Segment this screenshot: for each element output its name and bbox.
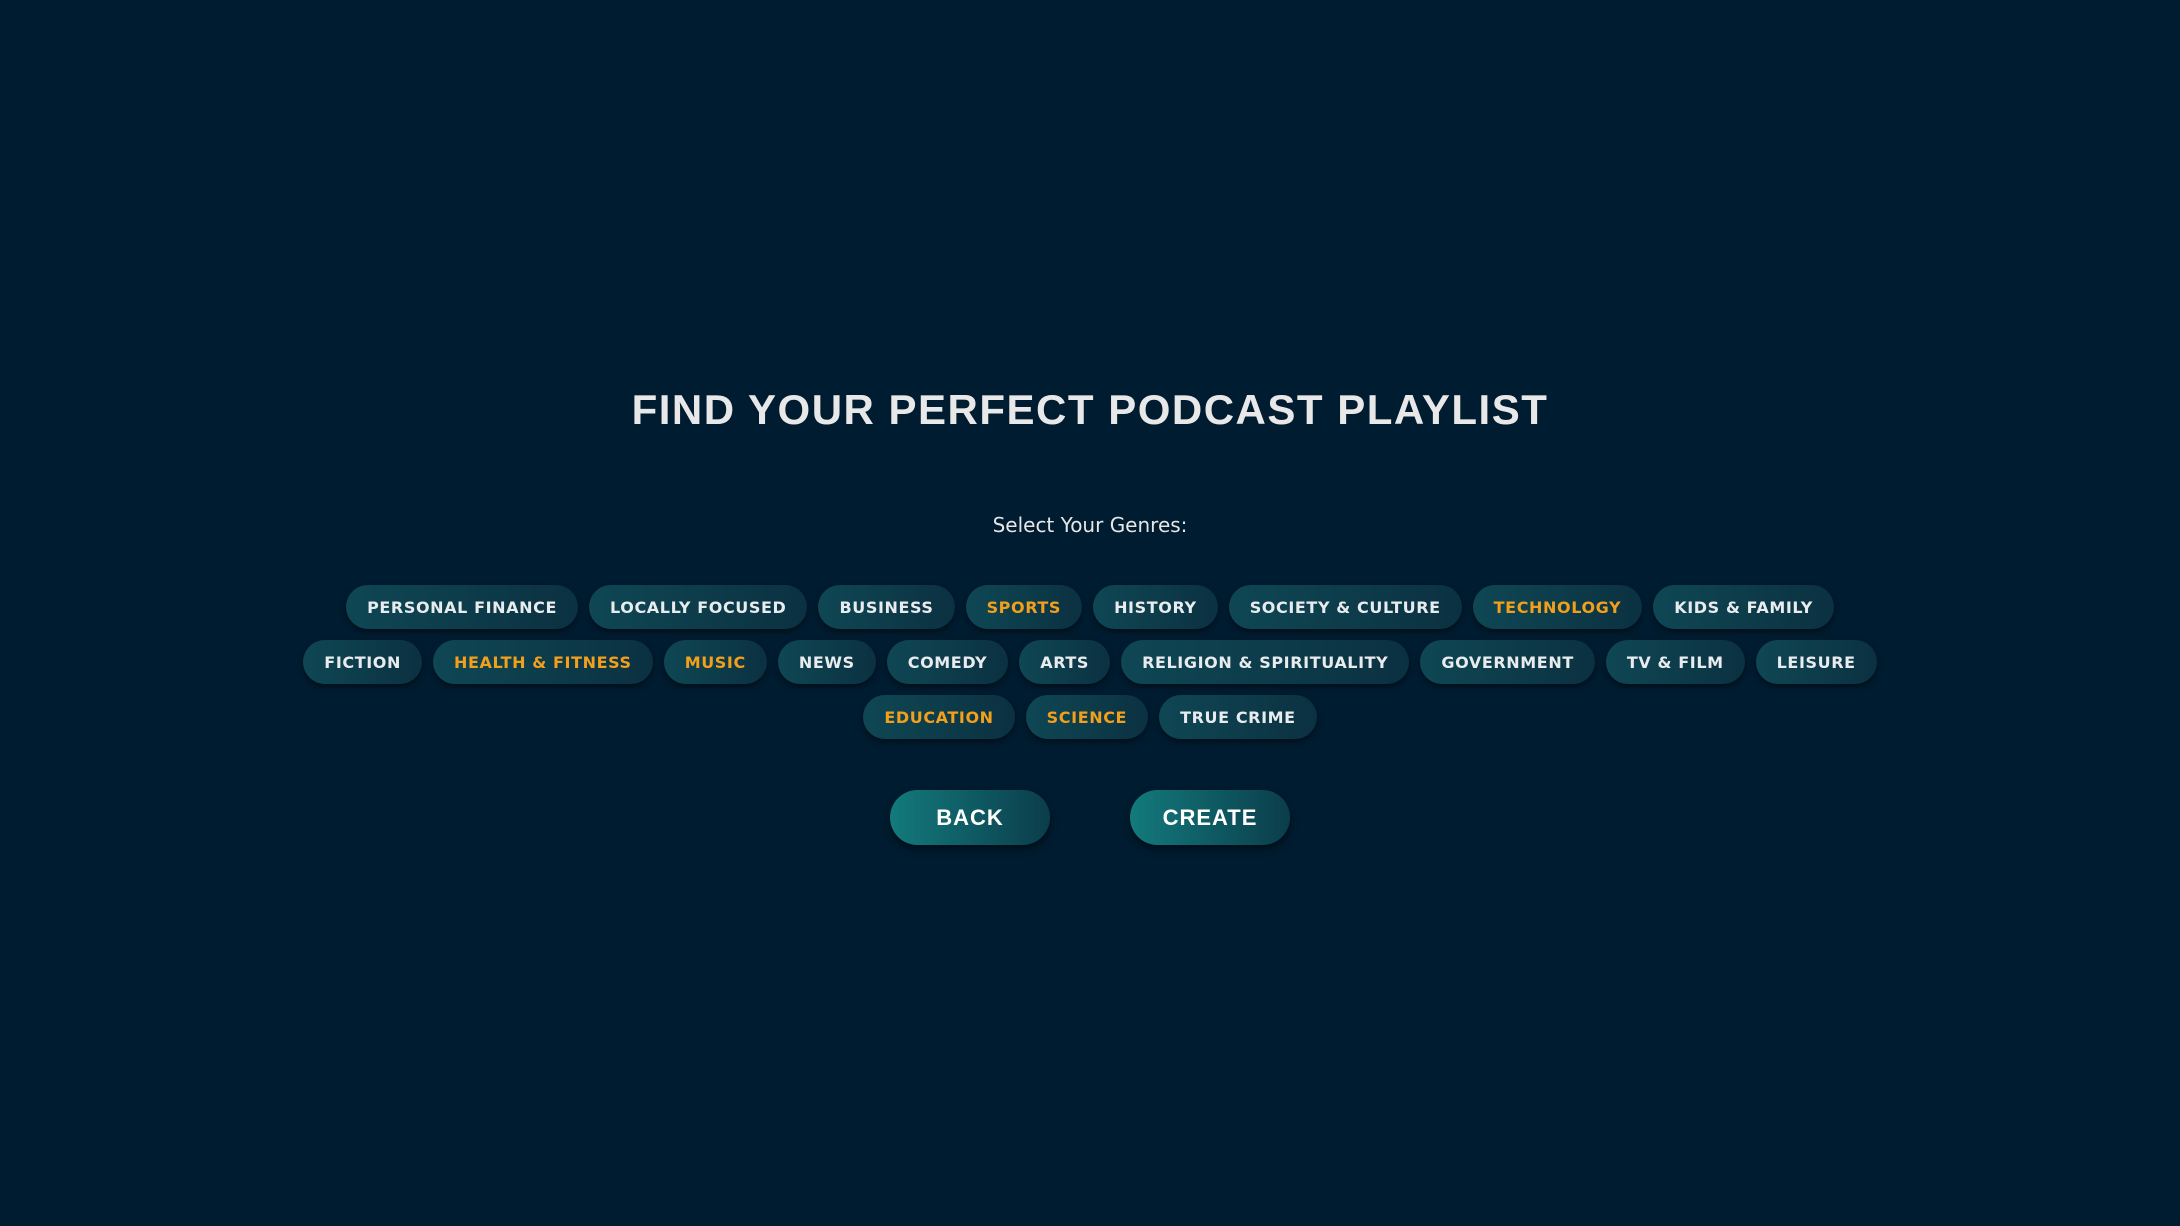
page-title: FIND YOUR PERFECT PODCAST PLAYLIST: [631, 386, 1549, 433]
genre-chip[interactable]: COMEDY: [886, 640, 1009, 684]
genre-chip[interactable]: RELIGION & SPIRITUALITY: [1121, 640, 1410, 684]
genre-chip[interactable]: ARTS: [1019, 640, 1111, 684]
back-button[interactable]: BACK: [890, 790, 1050, 845]
genre-chip[interactable]: TRUE CRIME: [1159, 695, 1317, 739]
genre-chip[interactable]: KIDS & FAMILY: [1653, 585, 1834, 629]
genre-chip[interactable]: SCIENCE: [1025, 695, 1149, 739]
genre-chip[interactable]: SPORTS: [965, 585, 1083, 629]
create-button[interactable]: CREATE: [1130, 790, 1290, 845]
genre-chip[interactable]: TECHNOLOGY: [1472, 585, 1643, 629]
genre-row: PERSONAL FINANCE LOCALLY FOCUSED BUSINES…: [0, 585, 2180, 629]
genre-chip[interactable]: SOCIETY & CULTURE: [1228, 585, 1462, 629]
genre-chip[interactable]: EDUCATION: [863, 695, 1015, 739]
genre-chip[interactable]: GOVERNMENT: [1420, 640, 1595, 684]
action-bar: BACK CREATE: [0, 790, 2180, 845]
genre-chip[interactable]: HISTORY: [1093, 585, 1218, 629]
genre-chip[interactable]: FICTION: [303, 640, 422, 684]
genre-chip[interactable]: NEWS: [777, 640, 876, 684]
genre-chip[interactable]: HEALTH & FITNESS: [432, 640, 653, 684]
genre-chip[interactable]: MUSIC: [663, 640, 767, 684]
genres-label: Select Your Genres:: [992, 513, 1188, 537]
genre-chip[interactable]: LOCALLY FOCUSED: [589, 585, 808, 629]
genre-chip[interactable]: TV & FILM: [1605, 640, 1745, 684]
genre-chip[interactable]: BUSINESS: [818, 585, 955, 629]
genre-chip[interactable]: PERSONAL FINANCE: [346, 585, 579, 629]
genre-grid: PERSONAL FINANCE LOCALLY FOCUSED BUSINES…: [0, 585, 2180, 750]
genre-row: EDUCATION SCIENCE TRUE CRIME: [0, 695, 2180, 739]
genre-row: FICTION HEALTH & FITNESS MUSIC NEWS COME…: [0, 640, 2180, 684]
genre-chip[interactable]: LEISURE: [1755, 640, 1877, 684]
